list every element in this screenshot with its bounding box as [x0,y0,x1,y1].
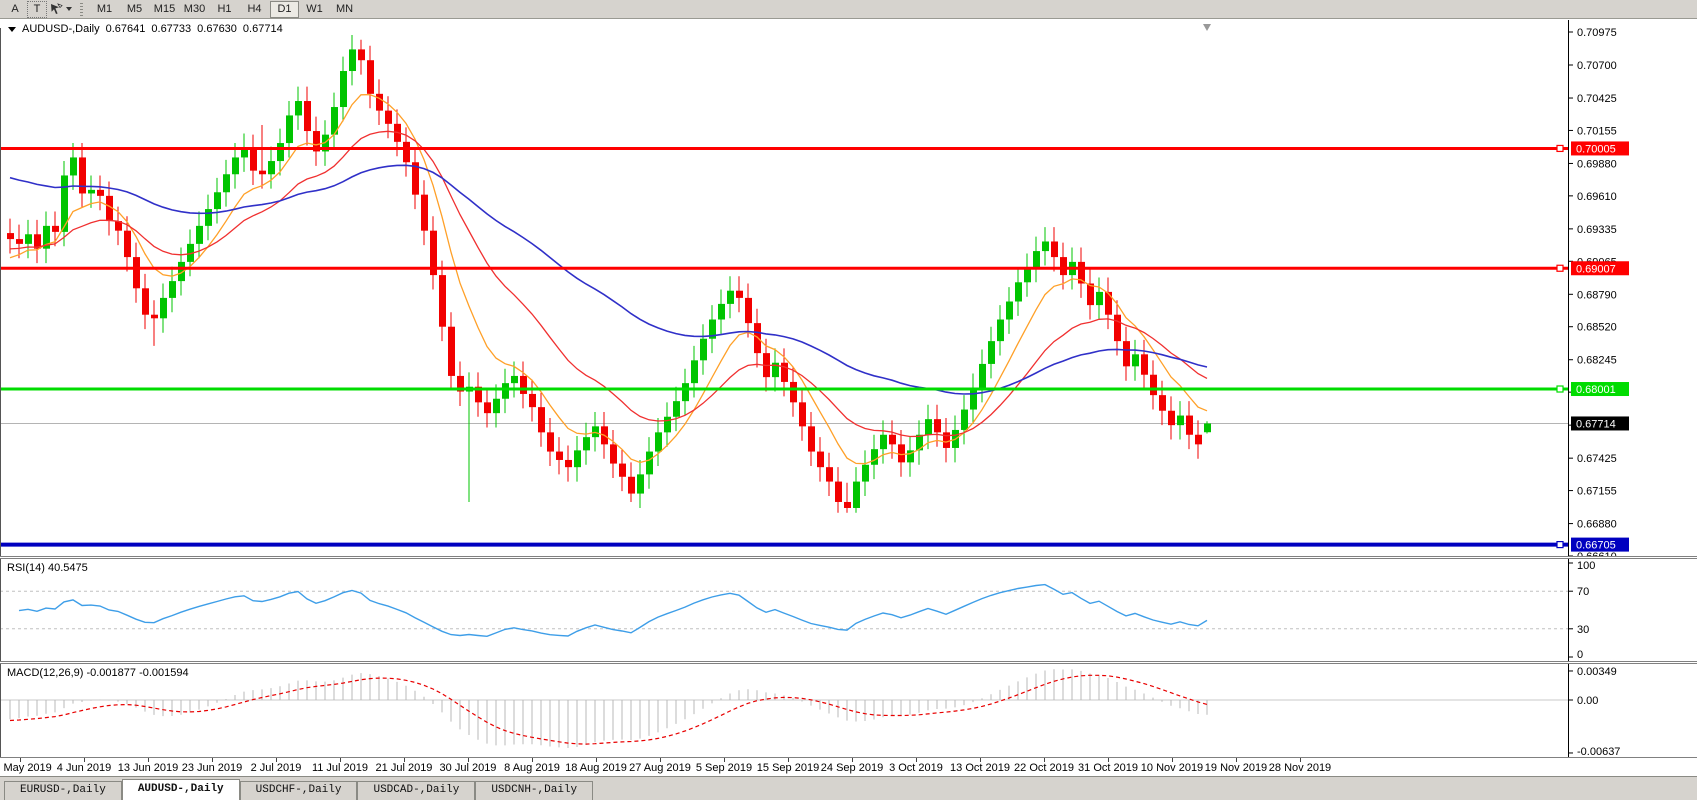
chart-shift-marker[interactable] [1203,24,1211,31]
price-tick-label: 0.66880 [1577,519,1617,531]
tab-usdcaddaily[interactable]: USDCAD-,Daily [357,781,475,800]
timeframe-button-m1[interactable]: M1 [90,1,119,18]
price-tick-label: 0.70155 [1577,125,1617,137]
ohlc-high-value: 0.67733 [151,23,191,35]
timeframe-button-h4[interactable]: H4 [240,1,269,18]
price-axis-labels[interactable]: 0.70975 0.70700 0.70425 0.70155 0.69880 0.696… [1568,27,1617,556]
price-tick-label: 0.68790 [1577,289,1617,301]
date-axis[interactable]: 26 May 20194 Jun 201913 Jun 201923 Jun 2… [0,758,1697,776]
price-tick-label: 0.70425 [1577,93,1617,105]
chart-dropdown-icon[interactable] [8,27,16,32]
chart-symbol-title: AUDUSD-,Daily [22,23,100,35]
ohlc-close-value: 0.67714 [243,23,283,35]
level-line-handle[interactable] [1557,386,1563,392]
macd-tick-label: -0.00637 [1577,746,1620,757]
rsi-indicator-label: RSI(14) 40.5475 [7,562,88,574]
timeframe-button-m30[interactable]: M30 [180,1,209,18]
timeframe-button-d1[interactable]: D1 [270,1,299,18]
rsi-tick-label: 30 [1577,624,1589,636]
candlestick-series [7,35,1211,513]
timeframe-button-w1[interactable]: W1 [300,1,329,18]
price-tick-label: 0.69610 [1577,191,1617,203]
svg-text:0.68001: 0.68001 [1576,384,1616,396]
tab-usdcnhdaily[interactable]: USDCNH-,Daily [475,781,593,800]
tab-eurusddaily[interactable]: EURUSD-,Daily [4,781,122,800]
rsi-tick-label: 70 [1577,586,1589,598]
timeframe-button-mn[interactable]: MN [330,1,359,18]
toolbar: A T M1M5M15M30H1H4D1W1MN [0,0,1697,19]
level-line-handle[interactable] [1557,265,1563,271]
ohlc-open-value: 0.67641 [106,23,146,35]
timeframe-button-m15[interactable]: M15 [150,1,179,18]
macd-tick-label: 0.00349 [1577,666,1617,678]
timeframe-button-h1[interactable]: H1 [210,1,239,18]
timeframe-button-m5[interactable]: M5 [120,1,149,18]
price-tick-label: 0.70975 [1577,27,1617,39]
rsi-tick-label: 100 [1577,560,1595,572]
toolbar-grip-handle[interactable] [80,3,83,16]
tab-audusddaily[interactable]: AUDUSD-,Daily [122,779,240,800]
svg-text:0.66705: 0.66705 [1576,540,1616,552]
main-chart-panel[interactable]: 0.70975 0.70700 0.70425 0.70155 0.69880 0.696… [0,20,1697,556]
level-line-handle[interactable] [1557,145,1563,151]
cursor-arrows-icon [50,3,63,15]
chevron-down-icon [66,7,72,11]
cursor-tool-button[interactable] [49,1,73,18]
date-tick-label: 28 Nov 2019 [1255,762,1345,774]
arrow-style-button[interactable]: A [5,1,25,18]
ohlc-low-value: 0.67630 [197,23,237,35]
macd-tick-label: 0.00 [1577,695,1598,707]
rsi-tick-label: 0 [1577,649,1583,661]
price-tick-label: 0.67425 [1577,453,1617,465]
level-line-handle[interactable] [1557,542,1563,548]
price-tick-label: 0.70700 [1577,60,1617,72]
price-tick-label: 0.68520 [1577,322,1617,334]
chart-tab-bar: EURUSD-,DailyAUDUSD-,DailyUSDCHF-,DailyU… [0,776,1697,800]
rsi-indicator-panel[interactable]: 100 70 30 0 [0,559,1697,661]
text-label-button[interactable]: T [27,1,47,18]
timeframe-button-group: M1M5M15M30H1H4D1W1MN [90,1,360,18]
tab-usdchfdaily[interactable]: USDCHF-,Daily [240,781,358,800]
price-tick-label: 0.69880 [1577,158,1617,170]
svg-text:0.67714: 0.67714 [1576,418,1616,430]
macd-indicator-panel[interactable]: 0.00349 0.00 -0.00637 [0,664,1697,757]
price-tick-label: 0.67155 [1577,486,1617,498]
svg-text:0.70005: 0.70005 [1576,143,1616,155]
price-tick-label: 0.68245 [1577,355,1617,367]
macd-histogram [10,669,1207,748]
svg-text:0.69007: 0.69007 [1576,263,1616,275]
chart-title-row: AUDUSD-,Daily 0.67641 0.67733 0.67630 0.… [8,23,283,35]
macd-indicator-label: MACD(12,26,9) -0.001877 -0.001594 [7,667,189,679]
trading-terminal-window: A T M1M5M15M30H1H4D1W1MN AUDUSD-,Daily 0… [0,0,1697,800]
price-tick-label: 0.69335 [1577,224,1617,236]
